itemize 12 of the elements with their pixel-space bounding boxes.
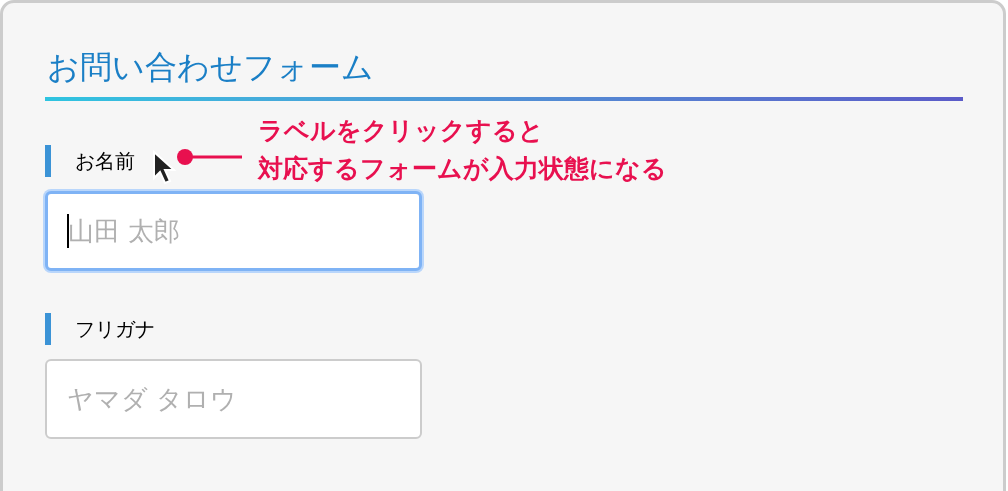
input-field[interactable]: ヤマダ タロウ [45,359,422,439]
label-marker [45,145,51,177]
field-label[interactable]: お名前 [75,146,135,176]
annotation-text: 対応するフォームが入力状態になる [258,153,667,185]
leader-line [176,148,242,166]
mouse-pointer-icon [152,150,178,186]
annotation-text: ラベルをクリックすると [258,115,545,147]
text-cursor [67,214,69,248]
input-field[interactable]: 山田 太郎 [45,191,422,271]
label-marker [45,313,51,345]
form-title: お問い合わせフォーム [46,47,374,88]
field-label[interactable]: フリガナ [75,314,155,344]
